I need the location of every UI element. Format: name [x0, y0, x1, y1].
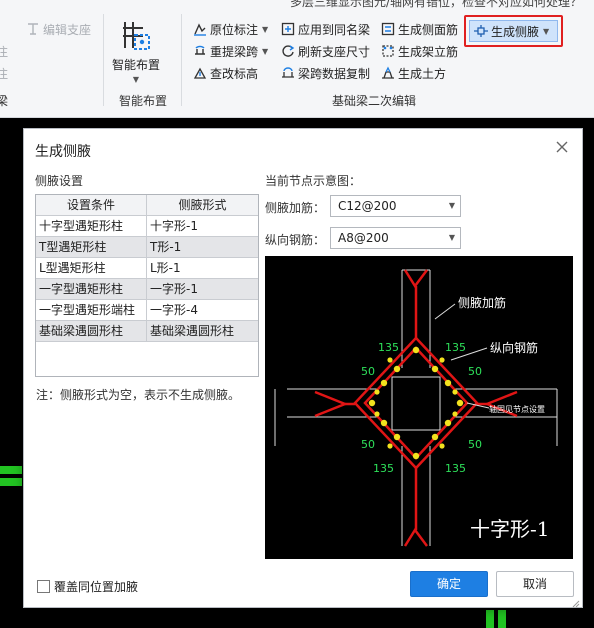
close-icon[interactable] — [554, 139, 570, 155]
dimension-label: 135 — [445, 462, 466, 475]
haunch-settings-table: 设置条件 侧腋形式 十字型遇矩形柱 十字形-1 T型遇矩形柱 T形-1 L型遇矩… — [35, 194, 259, 377]
apply-same-name-button[interactable]: 应用到同名梁 — [281, 20, 370, 38]
cut-off-header: 多层三维显示图元/轴网有错位，检查不对应如何处理？ — [290, 0, 583, 9]
canvas-element — [0, 478, 22, 486]
condition-cell: 十字型遇矩形柱 — [36, 216, 147, 236]
apply-same-name-icon — [281, 22, 295, 36]
group-separator — [181, 14, 182, 106]
refresh-support-icon — [281, 44, 295, 58]
re-extract-span-button[interactable]: 重提梁跨 ▼ — [193, 42, 268, 60]
haunch-settings-label: 侧腋设置 — [35, 174, 84, 188]
ribbon-toolbar: 多层三维显示图元/轴网有错位，检查不对应如何处理？ 编辑支座 注 注 梁 智能布… — [0, 0, 594, 118]
column-header: 侧腋形式 — [147, 195, 258, 215]
haunch-rebar-label: 侧腋加筋： — [265, 201, 326, 215]
refresh-support-button[interactable]: 刷新支座尺寸 — [281, 42, 370, 60]
edit-support-icon — [26, 22, 40, 36]
dimension-label: 50 — [468, 438, 482, 451]
group-label-secondary-edit: 基础梁二次编辑 — [332, 94, 417, 108]
chevron-down-icon: ▼ — [543, 26, 550, 36]
haunch-form-cell[interactable]: 一字形-4 — [147, 300, 258, 320]
table-header: 设置条件 侧腋形式 — [36, 195, 258, 216]
diagram-label-long-rebar: 纵向钢筋 — [490, 340, 538, 355]
smart-layout-button[interactable]: 智能布置 ▼ — [106, 18, 166, 88]
condition-cell: 一字型遇矩形端柱 — [36, 300, 147, 320]
cancel-button[interactable]: 取消 — [496, 571, 574, 597]
re-extract-span-icon — [193, 44, 207, 58]
group-label-beam: 梁 — [0, 92, 8, 109]
cross-node-drawing: 侧腋加筋 纵向钢筋 轴固见节点设置 135 135 50 50 50 50 13… — [274, 269, 558, 547]
generate-earthwork-button[interactable]: 生成土方 — [381, 64, 446, 82]
dialog-title: 生成侧腋 — [35, 144, 91, 160]
edit-support-button[interactable]: 编辑支座 — [26, 20, 91, 38]
edit-elevation-icon — [193, 66, 207, 80]
diagram-caption: 十字形-1 — [470, 517, 549, 541]
canvas-element — [0, 466, 22, 474]
table-row[interactable]: 一字型遇矩形端柱 一字形-4 — [36, 300, 258, 321]
canvas-element — [486, 610, 494, 628]
overwrite-haunch-checkbox[interactable]: 覆盖同位置加腋 — [37, 578, 138, 595]
haunch-form-cell[interactable]: 十字形-1 — [147, 216, 258, 236]
haunch-form-cell[interactable]: L形-1 — [147, 258, 258, 278]
table-row[interactable]: L型遇矩形柱 L形-1 — [36, 258, 258, 279]
checkbox-box[interactable] — [37, 580, 50, 593]
generate-erection-rebar-button[interactable]: 生成架立筋 — [381, 42, 458, 60]
haunch-form-cell[interactable]: 基础梁遇圆形柱 — [147, 321, 258, 341]
canvas-element — [498, 610, 506, 628]
note-text: 注：侧腋形式为空，表示不生成侧腋。 — [36, 388, 241, 402]
generate-haunch-button[interactable]: 生成侧腋 ▼ — [464, 15, 563, 47]
earthwork-icon — [381, 66, 395, 80]
generate-haunch-dialog: 生成侧腋 侧腋设置 当前节点示意图： 设置条件 侧腋形式 十字型遇矩形柱 十字形… — [23, 128, 583, 608]
node-diagram-label: 当前节点示意图： — [265, 174, 362, 188]
inplace-annotation-button[interactable]: 原位标注 ▼ — [193, 20, 268, 38]
haunch-rebar-select[interactable]: C12@200 ▼ — [330, 195, 461, 217]
condition-cell: L型遇矩形柱 — [36, 258, 147, 278]
erection-rebar-icon — [381, 44, 395, 58]
column-header: 设置条件 — [36, 195, 147, 215]
smart-layout-icon — [119, 18, 153, 52]
chevron-down-icon: ▼ — [448, 201, 455, 210]
chevron-down-icon: ▼ — [262, 46, 269, 56]
generate-side-rebar-button[interactable]: 生成侧面筋 — [381, 20, 458, 38]
confirm-button[interactable]: 确定 — [410, 571, 488, 597]
table-row[interactable]: 十字型遇矩形柱 十字形-1 — [36, 216, 258, 237]
edit-elevation-button[interactable]: 查改标高 — [193, 64, 258, 82]
node-diagram: 侧腋加筋 纵向钢筋 轴固见节点设置 135 135 50 50 50 50 13… — [265, 256, 573, 559]
copy-span-data-icon — [281, 66, 295, 80]
haunch-icon — [474, 24, 488, 38]
condition-cell: 基础梁遇圆形柱 — [36, 321, 147, 341]
group-separator — [103, 14, 104, 106]
dimension-label: 135 — [378, 341, 399, 354]
chevron-down-icon: ▼ — [262, 24, 269, 34]
table-row[interactable]: 一字型遇矩形柱 一字形-1 — [36, 279, 258, 300]
haunch-form-cell[interactable]: T形-1 — [147, 237, 258, 257]
long-rebar-label: 纵向钢筋： — [265, 233, 326, 247]
table-row[interactable]: T型遇矩形柱 T形-1 — [36, 237, 258, 258]
inplace-annotation-icon — [193, 22, 207, 36]
diagram-label-side: 轴固见节点设置 — [489, 404, 545, 414]
table-row[interactable]: 基础梁遇圆形柱 基础梁遇圆形柱 — [36, 321, 258, 342]
dimension-label: 50 — [468, 365, 482, 378]
dimension-label: 50 — [361, 365, 375, 378]
cut-off-button[interactable]: 注 — [0, 42, 8, 60]
condition-cell: 一字型遇矩形柱 — [36, 279, 147, 299]
resize-grip[interactable] — [572, 597, 580, 608]
dimension-label: 50 — [361, 438, 375, 451]
copy-span-data-button[interactable]: 梁跨数据复制 — [281, 64, 370, 82]
chevron-down-icon: ▼ — [448, 233, 455, 242]
long-rebar-select[interactable]: A8@200 ▼ — [330, 227, 461, 249]
condition-cell: T型遇矩形柱 — [36, 237, 147, 257]
cut-off-button[interactable]: 注 — [0, 64, 8, 82]
side-rebar-icon — [381, 22, 395, 36]
haunch-form-cell[interactable]: 一字形-1 — [147, 279, 258, 299]
diagram-label-haunch: 侧腋加筋 — [458, 295, 506, 310]
dimension-label: 135 — [373, 462, 394, 475]
dimension-label: 135 — [445, 341, 466, 354]
chevron-down-icon: ▼ — [132, 75, 140, 84]
group-label-smart-layout: 智能布置 — [119, 94, 168, 108]
